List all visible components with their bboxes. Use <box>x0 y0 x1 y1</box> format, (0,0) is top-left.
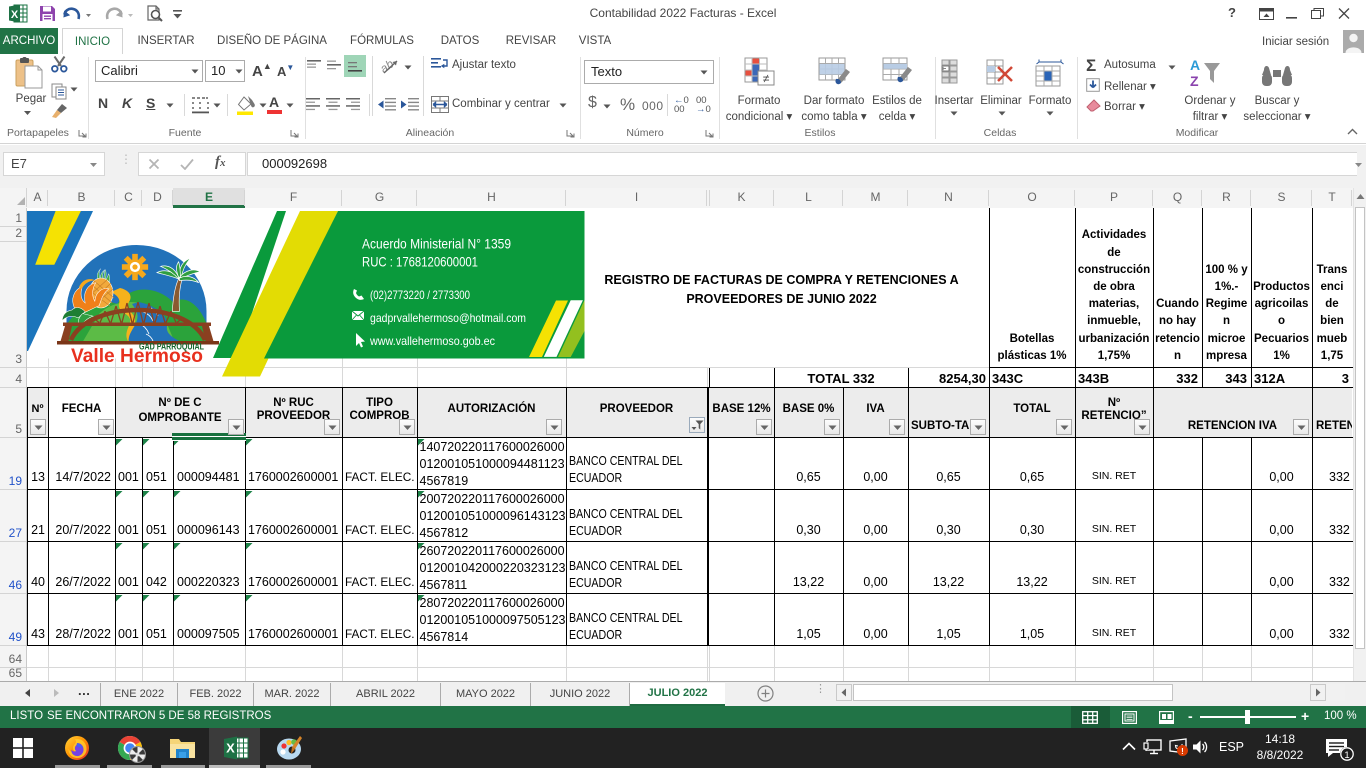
svg-text:www.vallehermoso.gob.ec: www.vallehermoso.gob.ec <box>369 334 495 348</box>
svg-text:ab: ab <box>381 58 397 75</box>
svg-text:A: A <box>1190 57 1200 73</box>
svg-text:!: ! <box>1181 747 1184 756</box>
svg-text:Valle Hermoso: Valle Hermoso <box>71 346 203 367</box>
svg-text:X: X <box>226 741 235 756</box>
svg-text:Acuerdo Ministerial N° 1359: Acuerdo Ministerial N° 1359 <box>362 236 511 252</box>
svg-text:Z: Z <box>1190 73 1199 89</box>
svg-text:1: 1 <box>1344 750 1349 761</box>
svg-text:≠: ≠ <box>763 72 770 86</box>
svg-text:gadprvallehermoso@hotmail.com: gadprvallehermoso@hotmail.com <box>370 311 526 325</box>
svg-text:RUC : 1768120600001: RUC : 1768120600001 <box>362 254 478 270</box>
svg-text:(02)2773220 / 2773300: (02)2773220 / 2773300 <box>370 288 470 302</box>
